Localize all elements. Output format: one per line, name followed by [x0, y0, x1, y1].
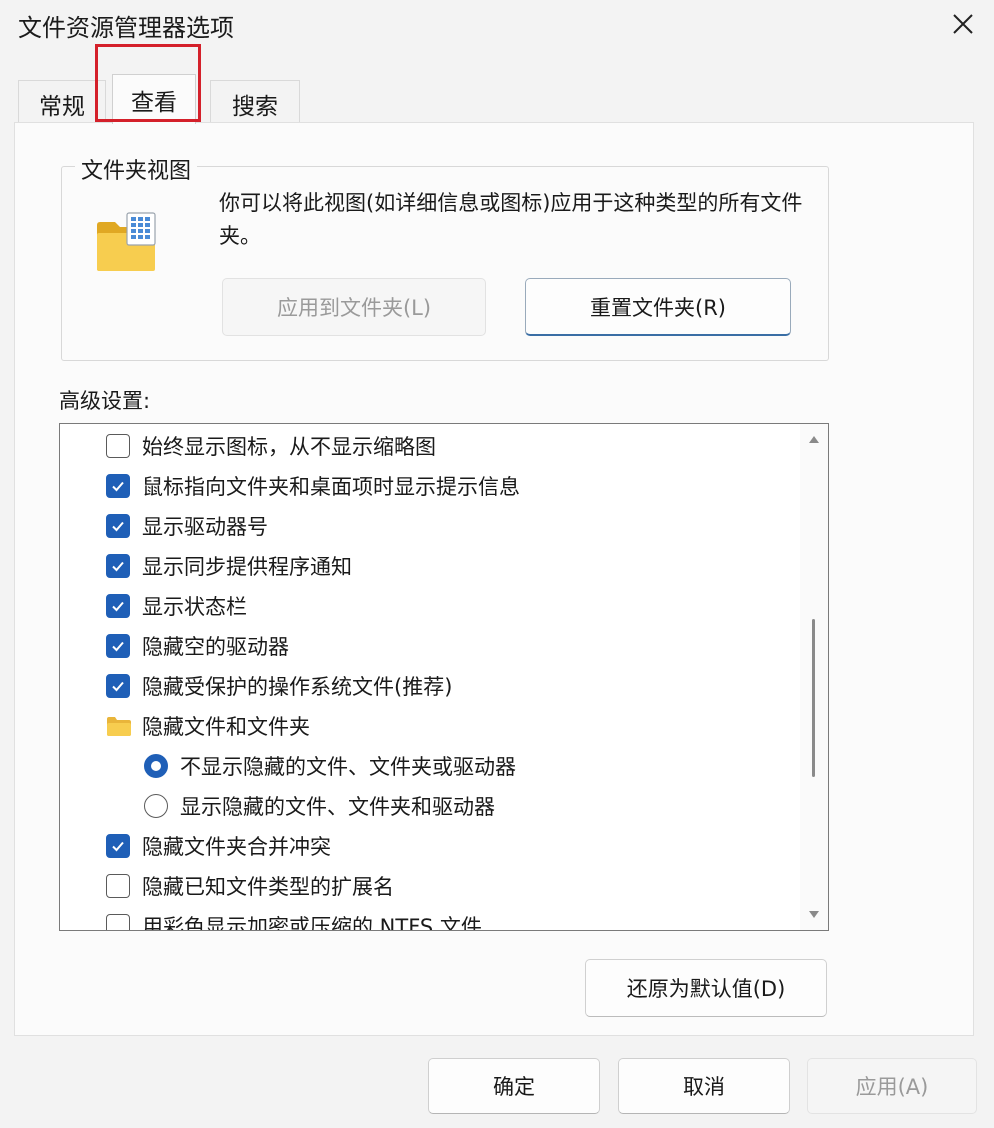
check-icon — [112, 681, 124, 692]
list-item-label: 鼠标指向文件夹和桌面项时显示提示信息 — [142, 475, 520, 499]
folder-views-description: 你可以将此视图(如详细信息或图标)应用于这种类型的所有文件夹。 — [219, 191, 803, 248]
tab-search[interactable]: 搜索 — [210, 80, 300, 126]
checkbox[interactable] — [106, 474, 130, 498]
tab-general[interactable]: 常规 — [18, 80, 106, 126]
checkbox[interactable] — [106, 634, 130, 658]
list-item-label: 不显示隐藏的文件、文件夹或驱动器 — [180, 755, 516, 779]
check-icon — [112, 521, 124, 532]
checkbox[interactable] — [106, 554, 130, 578]
list-item-label: 隐藏受保护的操作系统文件(推荐) — [142, 675, 453, 699]
checkbox[interactable] — [106, 674, 130, 698]
list-item-label: 用彩色显示加密或压缩的 NTFS 文件 — [142, 915, 482, 931]
restore-defaults-button[interactable]: 还原为默认值(D) — [585, 959, 827, 1017]
list-item[interactable]: 显示隐藏的文件、文件夹和驱动器 — [144, 786, 828, 826]
list-item-label: 隐藏已知文件类型的扩展名 — [142, 875, 394, 899]
list-item: 隐藏文件和文件夹 — [106, 706, 828, 746]
list-item[interactable]: 隐藏文件夹合并冲突 — [106, 826, 828, 866]
checkbox[interactable] — [106, 434, 130, 458]
list-item-label: 显示隐藏的文件、文件夹和驱动器 — [180, 795, 495, 819]
list-item-label: 显示状态栏 — [142, 595, 247, 619]
view-tab-panel: 文件夹视图 你可以将此视图(如详细信息或图标)应用于这种类型的所有文件夹。 应用… — [14, 122, 974, 1036]
checkbox[interactable] — [106, 874, 130, 898]
list-scrollbar[interactable] — [800, 424, 828, 930]
list-item[interactable]: 隐藏受保护的操作系统文件(推荐) — [106, 666, 828, 706]
close-button[interactable] — [944, 6, 982, 42]
list-item[interactable]: 隐藏空的驱动器 — [106, 626, 828, 666]
checkbox[interactable] — [106, 514, 130, 538]
folder-view-icon — [95, 211, 159, 279]
list-item[interactable]: 隐藏已知文件类型的扩展名 — [106, 866, 828, 906]
check-icon — [112, 481, 124, 492]
advanced-settings-list[interactable]: 始终显示图标，从不显示缩略图 鼠标指向文件夹和桌面项时显示提示信息 显示驱动器号… — [59, 423, 829, 931]
list-item[interactable]: 显示状态栏 — [106, 586, 828, 626]
radio-button[interactable] — [144, 794, 168, 818]
reset-folders-button[interactable]: 重置文件夹(R) — [525, 278, 791, 336]
list-item-label: 隐藏文件和文件夹 — [142, 715, 310, 739]
tab-view[interactable]: 查看 — [112, 74, 196, 124]
list-item[interactable]: 显示同步提供程序通知 — [106, 546, 828, 586]
folder-views-title: 文件夹视图 — [75, 153, 198, 185]
list-item-label: 显示同步提供程序通知 — [142, 555, 352, 579]
checkbox[interactable] — [106, 834, 130, 858]
checkbox[interactable] — [106, 594, 130, 618]
apply-button[interactable]: 应用(A) — [807, 1058, 977, 1114]
title-bar: 文件资源管理器选项 — [0, 0, 994, 48]
cancel-button[interactable]: 取消 — [618, 1058, 790, 1114]
scrollbar-thumb[interactable] — [812, 619, 815, 777]
radio-button[interactable] — [144, 754, 168, 778]
advanced-settings-label: 高级设置: — [59, 389, 151, 413]
check-icon — [112, 841, 124, 852]
scroll-down-arrow-icon[interactable] — [808, 910, 820, 920]
apply-to-folders-button[interactable]: 应用到文件夹(L) — [222, 278, 486, 336]
scroll-up-arrow-icon[interactable] — [808, 434, 820, 444]
list-item-label: 隐藏空的驱动器 — [142, 635, 289, 659]
tab-bar: 常规 查看 搜索 — [14, 74, 974, 126]
list-item-label: 显示驱动器号 — [142, 515, 268, 539]
list-item[interactable]: 显示驱动器号 — [106, 506, 828, 546]
list-item-label: 隐藏文件夹合并冲突 — [142, 835, 331, 859]
ok-button[interactable]: 确定 — [428, 1058, 600, 1114]
check-icon — [112, 641, 124, 652]
list-item[interactable]: 鼠标指向文件夹和桌面项时显示提示信息 — [106, 466, 828, 506]
check-icon — [112, 561, 124, 572]
list-item-label: 始终显示图标，从不显示缩略图 — [142, 435, 436, 459]
close-icon — [953, 14, 973, 34]
check-icon — [112, 601, 124, 612]
list-item[interactable]: 不显示隐藏的文件、文件夹或驱动器 — [144, 746, 828, 786]
checkbox[interactable] — [106, 914, 130, 930]
list-item[interactable]: 始终显示图标，从不显示缩略图 — [106, 426, 828, 466]
list-item[interactable]: 用彩色显示加密或压缩的 NTFS 文件 — [106, 906, 828, 931]
folder-icon — [107, 717, 131, 736]
window-title: 文件资源管理器选项 — [18, 14, 234, 42]
